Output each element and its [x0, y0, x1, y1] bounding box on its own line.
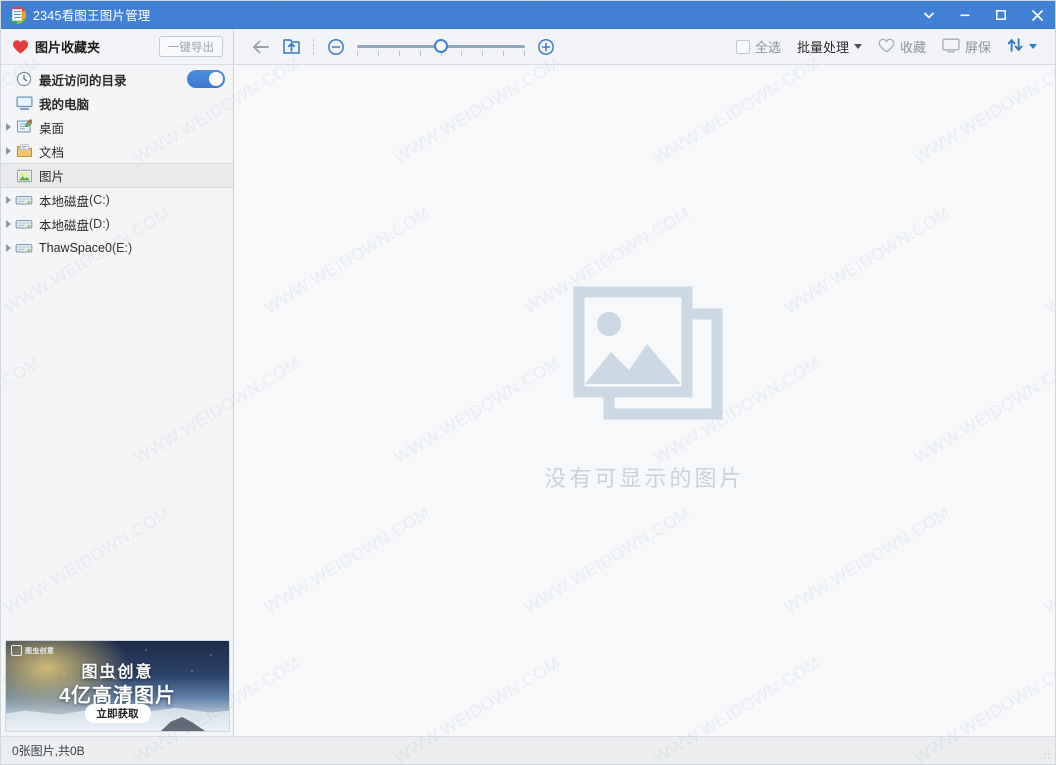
- drive-icon: [15, 239, 33, 257]
- zoom-in-icon[interactable]: [531, 32, 561, 62]
- sidebar-item-label: 桌面: [39, 121, 65, 136]
- heart-icon: [12, 39, 29, 55]
- sidebar-item-my-computer[interactable]: 我的电脑: [1, 91, 233, 115]
- sidebar-item-suffix: (C:): [89, 193, 110, 207]
- app-logo-icon: [8, 5, 26, 24]
- chevron-down-icon[interactable]: [911, 1, 947, 29]
- content-area[interactable]: 没有可显示的图片: [234, 65, 1055, 736]
- ad-logo: 图虫创意: [11, 645, 54, 656]
- maximize-icon[interactable]: [983, 1, 1019, 29]
- export-folder-icon[interactable]: [276, 32, 306, 62]
- ad-logo-text: 图虫创意: [25, 647, 55, 655]
- recent-folders-toggle[interactable]: [187, 70, 225, 88]
- status-bar: 0张图片,共0B: [1, 736, 1055, 764]
- computer-icon: [15, 94, 33, 112]
- window-title: 2345看图王图片管理: [33, 9, 151, 23]
- sidebar-item-suffix: (D:): [89, 217, 110, 231]
- toolbar: 图片收藏夹 一键导出 全选 批量处理 收藏 屏保: [1, 29, 1055, 65]
- empty-state-text: 没有可显示的图片: [544, 466, 745, 491]
- sidebar-item-pictures[interactable]: 图片: [1, 163, 233, 188]
- toolbar-separator: [313, 38, 314, 55]
- close-icon[interactable]: [1019, 1, 1055, 29]
- select-all-button[interactable]: 全选: [728, 32, 789, 62]
- sidebar-item-label: 本地磁盘: [39, 218, 90, 233]
- ad-logo-mark-icon: [11, 645, 22, 656]
- toolbar-actions: 全选 批量处理 收藏 屏保: [234, 29, 1055, 64]
- select-all-label: 全选: [754, 40, 781, 55]
- sidebar-item-label: 我的电脑: [39, 97, 90, 112]
- stacked-images-icon: [565, 282, 725, 439]
- favorite-button[interactable]: 收藏: [870, 32, 934, 62]
- sidebar: 最近访问的目录 我的电脑 桌面 文档 图片 本地磁盘 (C:) 本地磁盘 (D:…: [1, 65, 234, 736]
- sidebar-item-recent[interactable]: 最近访问的目录: [1, 67, 233, 91]
- tree-expand-arrow[interactable]: [1, 196, 15, 204]
- monitor-icon: [942, 38, 960, 56]
- favorites-title: 图片收藏夹: [35, 40, 101, 55]
- desktop-icon: [15, 118, 33, 136]
- application-window: 2345看图王图片管理 图片收藏夹 一键导出 全选 批量处理 收藏 屏保 最近访…: [0, 0, 1056, 765]
- batch-process-label: 批量处理: [796, 40, 849, 55]
- chevron-down-icon: [1029, 44, 1037, 49]
- tree-expand-arrow[interactable]: [1, 123, 15, 131]
- sidebar-item-label: 图片: [39, 170, 65, 184]
- clock-icon: [15, 70, 33, 88]
- tree-expand-arrow[interactable]: [1, 220, 15, 228]
- favorites-header: 图片收藏夹 一键导出: [1, 29, 234, 64]
- zoom-slider[interactable]: [357, 32, 525, 62]
- sidebar-item-drive-d[interactable]: 本地磁盘 (D:): [1, 212, 233, 236]
- sort-icon: [1007, 37, 1024, 56]
- sidebar-item-drive-c[interactable]: 本地磁盘 (C:): [1, 188, 233, 212]
- sidebar-item-desktop[interactable]: 桌面: [1, 115, 233, 139]
- pictures-icon: [15, 167, 33, 185]
- window-controls: [911, 1, 1055, 29]
- screensaver-button[interactable]: 屏保: [934, 32, 999, 62]
- sidebar-item-label: 本地磁盘: [39, 194, 90, 209]
- batch-process-button[interactable]: 批量处理: [789, 32, 870, 62]
- resize-grip-icon[interactable]: [1039, 748, 1051, 760]
- sidebar-item-documents[interactable]: 文档: [1, 139, 233, 163]
- sidebar-item-suffix: (E:): [111, 241, 133, 255]
- status-text: 0张图片,共0B: [12, 744, 85, 758]
- zoom-out-icon[interactable]: [321, 32, 351, 62]
- sidebar-item-drive-e[interactable]: ThawSpace0 (E:): [1, 236, 233, 260]
- favorite-label: 收藏: [899, 40, 926, 55]
- sort-button[interactable]: [999, 32, 1045, 62]
- checkbox-unchecked-icon[interactable]: [735, 39, 750, 54]
- zoom-slider-thumb[interactable]: [434, 38, 448, 53]
- title-bar: 2345看图王图片管理: [1, 1, 1055, 29]
- minimize-icon[interactable]: [947, 1, 983, 29]
- tree-expand-arrow[interactable]: [1, 147, 15, 155]
- main-body: 最近访问的目录 我的电脑 桌面 文档 图片 本地磁盘 (C:) 本地磁盘 (D:…: [1, 65, 1055, 736]
- empty-state: 没有可显示的图片: [234, 65, 1055, 723]
- export-button[interactable]: 一键导出: [159, 36, 223, 57]
- screensaver-label: 屏保: [964, 40, 991, 55]
- drive-icon: [15, 215, 33, 233]
- advertisement-banner[interactable]: 图虫创意 图虫创意 4亿高清图片 立即获取: [5, 640, 230, 732]
- back-arrow-icon[interactable]: [246, 32, 276, 62]
- sidebar-item-label: 最近访问的目录: [39, 73, 127, 88]
- sidebar-item-label: ThawSpace0: [39, 241, 112, 255]
- sidebar-item-label: 文档: [39, 145, 65, 160]
- drive-icon: [15, 191, 33, 209]
- folder-tree: 最近访问的目录 我的电脑 桌面 文档 图片 本地磁盘 (C:) 本地磁盘 (D:…: [1, 65, 233, 634]
- chevron-down-icon: [853, 44, 862, 49]
- ad-cta-button[interactable]: 立即获取: [84, 704, 151, 723]
- heart-outline-icon: [878, 38, 895, 56]
- documents-icon: [15, 142, 33, 160]
- tree-expand-arrow[interactable]: [1, 244, 15, 252]
